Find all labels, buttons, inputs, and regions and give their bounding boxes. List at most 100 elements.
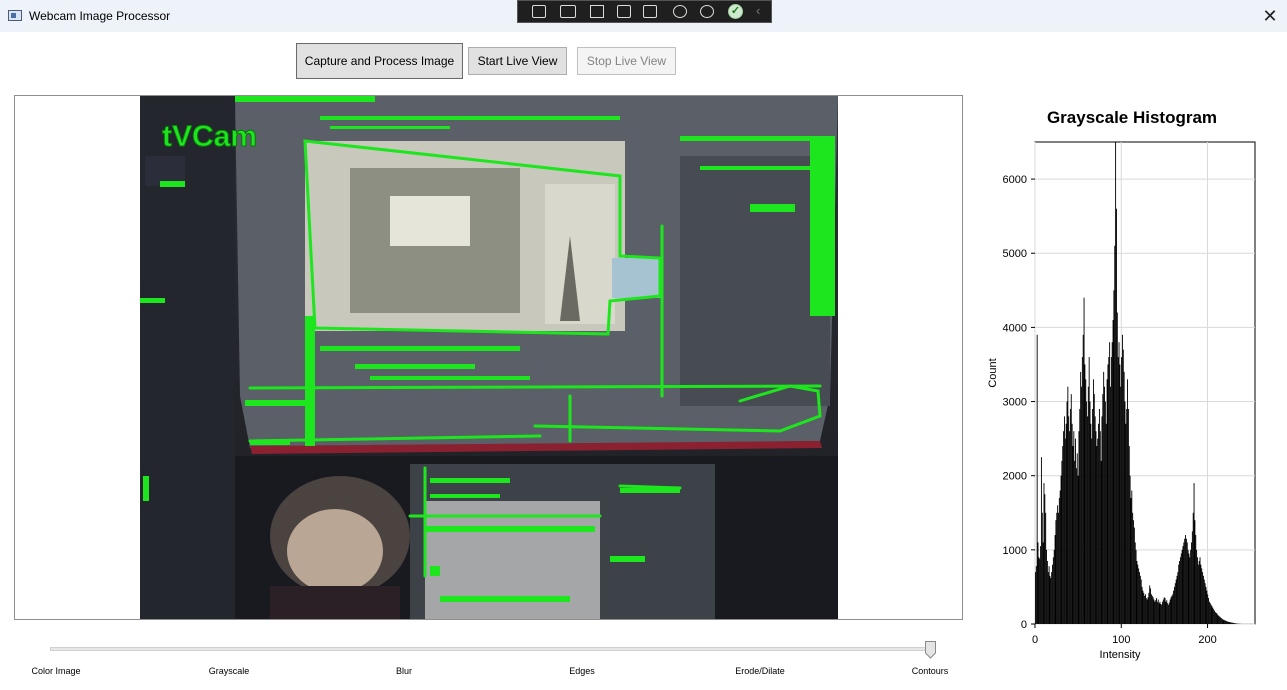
histogram-bar xyxy=(1212,607,1214,624)
person-icon[interactable] xyxy=(700,5,714,18)
histogram-bar xyxy=(1111,342,1113,624)
video-icon[interactable] xyxy=(560,5,576,18)
histogram-bar xyxy=(1168,604,1169,624)
histogram-bar xyxy=(1176,575,1178,624)
y-tick-label: 0 xyxy=(1021,619,1027,631)
histogram-bar xyxy=(1213,609,1215,624)
histogram-bar xyxy=(1206,590,1208,624)
stage-label-color-image: Color Image xyxy=(31,666,81,676)
histogram-bar xyxy=(1066,401,1068,624)
pointer-window-icon[interactable] xyxy=(643,5,657,18)
histogram-bar xyxy=(1155,600,1157,624)
histogram-bar xyxy=(1194,520,1196,624)
histogram-bar xyxy=(1037,542,1039,624)
histogram-bar xyxy=(1219,616,1221,624)
histogram-bar xyxy=(1227,621,1229,624)
histogram-bar xyxy=(1053,549,1055,624)
histogram-bar xyxy=(1223,619,1225,624)
histogram-bar xyxy=(1226,621,1228,624)
histogram-svg: Grayscale Histogram010002000300040005000… xyxy=(987,108,1256,661)
stage-slider-thumb[interactable] xyxy=(925,641,936,659)
select-region-icon[interactable] xyxy=(532,5,546,18)
histogram-bar xyxy=(1216,613,1218,624)
stage-slider-track[interactable] xyxy=(50,647,936,651)
histogram-bar xyxy=(1184,538,1186,624)
histogram-bar xyxy=(1205,586,1207,624)
histogram-bar xyxy=(1063,431,1065,624)
histogram-bar xyxy=(1159,601,1161,624)
histogram-bar xyxy=(1229,622,1231,624)
histogram-bar xyxy=(1136,560,1138,624)
histogram-bar xyxy=(1122,349,1124,624)
x-axis-label: Intensity xyxy=(1100,649,1141,661)
histogram-bar xyxy=(1040,546,1042,624)
histogram-bar xyxy=(1035,566,1037,624)
histogram-bar xyxy=(1069,431,1071,624)
histogram-bar xyxy=(1201,568,1203,624)
histogram-bar xyxy=(1038,557,1040,624)
histogram-bar xyxy=(1115,142,1117,624)
histogram-bar xyxy=(1231,622,1233,624)
histogram-bar xyxy=(1225,620,1227,624)
accessibility-icon[interactable] xyxy=(673,5,687,18)
stop-live-button[interactable]: Stop Live View xyxy=(577,47,676,75)
camera-watermark: tVCam xyxy=(162,120,257,153)
histogram-bar xyxy=(1165,601,1167,624)
histogram-bar xyxy=(1210,604,1212,624)
histogram-bar xyxy=(1185,535,1186,624)
histogram-bar xyxy=(1091,438,1093,624)
histogram-bar xyxy=(1069,408,1071,624)
histogram-bar xyxy=(1145,598,1147,624)
histogram-bar xyxy=(1167,603,1169,624)
histogram-bar xyxy=(1228,621,1230,624)
check-icon[interactable]: ✓ xyxy=(728,4,743,19)
histogram-bar xyxy=(1114,245,1116,625)
histogram-bar xyxy=(1113,290,1115,624)
histogram-bar xyxy=(1067,386,1069,624)
histogram-bar xyxy=(1060,475,1062,624)
histogram-bar xyxy=(1121,357,1123,624)
histogram-bar xyxy=(1191,542,1192,624)
stage-label-erode-dilate: Erode/Dilate xyxy=(735,666,785,676)
histogram-bar xyxy=(1098,408,1100,624)
frame-icon[interactable] xyxy=(617,5,631,18)
histogram-bar xyxy=(1077,475,1079,624)
histogram-bar xyxy=(1090,423,1092,624)
histogram-bar xyxy=(1221,618,1223,624)
chevron-left-icon[interactable]: ‹ xyxy=(756,3,760,18)
histogram-bar xyxy=(1202,572,1204,624)
histogram-bar xyxy=(1051,572,1053,624)
histogram-bar xyxy=(1119,364,1121,624)
close-button[interactable]: ✕ xyxy=(1253,0,1287,32)
histogram-bar xyxy=(1226,621,1227,624)
histogram-bar xyxy=(1096,446,1098,624)
histogram-bar xyxy=(1196,549,1198,624)
histogram-bar xyxy=(1220,618,1222,624)
histogram-bar xyxy=(1141,586,1143,624)
histogram-bar xyxy=(1093,394,1095,624)
stage-label-contours: Contours xyxy=(911,666,949,676)
histogram-bar xyxy=(1052,557,1054,624)
capture-button[interactable]: Capture and Process Image xyxy=(296,43,463,79)
histogram-bar xyxy=(1186,542,1188,624)
histogram-bar xyxy=(1134,542,1136,624)
histogram-bar xyxy=(1179,560,1181,624)
histogram-bar xyxy=(1174,583,1176,624)
histogram-bar xyxy=(1211,606,1213,624)
histogram-bar xyxy=(1065,423,1067,624)
pointer-icon[interactable] xyxy=(590,5,604,18)
histogram-bar xyxy=(1064,438,1066,624)
histogram-bar xyxy=(1172,594,1174,624)
histogram-bar xyxy=(1180,553,1182,624)
histogram-bar xyxy=(1208,598,1210,624)
histogram-bar xyxy=(1178,564,1180,624)
window-title: Webcam Image Processor xyxy=(29,9,171,23)
histogram-bar xyxy=(1208,601,1210,624)
histogram-bar xyxy=(1068,416,1070,624)
start-live-button[interactable]: Start Live View xyxy=(468,47,567,75)
histogram-bar xyxy=(1173,590,1175,624)
histogram-bar xyxy=(1042,542,1044,624)
histogram-bar xyxy=(1081,357,1083,624)
histogram-bar xyxy=(1235,623,1237,624)
histogram-bar xyxy=(1162,601,1163,624)
